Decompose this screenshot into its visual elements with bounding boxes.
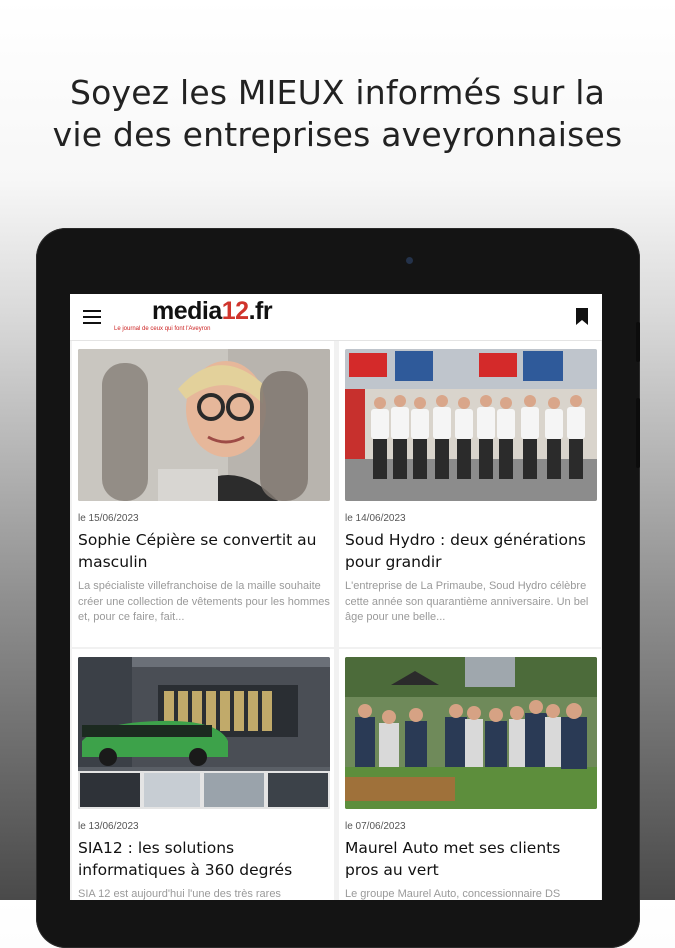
article-excerpt: Le groupe Maurel Auto, concessionnaire D… — [345, 888, 561, 900]
promo-headline-line1: Soyez les MIEUX informés sur la — [69, 73, 605, 112]
article-card[interactable]: le 14/06/2023 Soud Hydro : deux générati… — [339, 341, 601, 647]
article-excerpt: L'entreprise de La Primaube, Soud Hydro … — [345, 580, 589, 623]
camera-icon — [406, 257, 413, 264]
article-title[interactable]: Sophie Cépière se convertit au masculin — [78, 529, 330, 573]
article-date: le 07/06/2023 — [345, 821, 406, 832]
article-card[interactable]: le 15/06/2023 Sophie Cépière se converti… — [72, 341, 334, 647]
article-title[interactable]: Soud Hydro : deux générations pour grand… — [345, 529, 597, 573]
article-card[interactable]: le 13/06/2023 SIA12 : les solutions info… — [72, 649, 334, 900]
article-photo-team — [345, 349, 597, 501]
power-button — [636, 398, 640, 468]
article-card[interactable]: le 07/06/2023 Maurel Auto met ses client… — [339, 649, 601, 900]
article-photo-building — [78, 657, 330, 809]
promo-headline-line2: vie des entreprises aveyronnaises — [52, 115, 623, 154]
article-date: le 14/06/2023 — [345, 513, 406, 524]
volume-button — [636, 322, 640, 362]
article-title[interactable]: SIA12 : les solutions informatiques à 36… — [78, 837, 330, 881]
app-logo[interactable]: media12.fr — [152, 297, 273, 326]
promo-headline: Soyez les MIEUX informés sur la vie des … — [0, 72, 675, 156]
hamburger-menu-icon[interactable] — [83, 310, 101, 324]
bookmark-icon[interactable] — [576, 308, 588, 325]
logo-tagline: Le journal de ceux qui font l'Aveyron — [114, 326, 211, 332]
article-photo-portrait — [78, 349, 330, 501]
article-excerpt: SIA 12 est aujourd'hui l'une des très ra… — [78, 888, 281, 900]
article-excerpt: La spécialiste villefranchoise de la mai… — [78, 580, 330, 623]
article-date: le 15/06/2023 — [78, 513, 139, 524]
logo-accent: 12 — [221, 297, 249, 325]
article-date: le 13/06/2023 — [78, 821, 139, 832]
app-screen: media12.fr Le journal de ceux qui font l… — [70, 294, 602, 900]
article-title[interactable]: Maurel Auto met ses clients pros au vert — [345, 837, 597, 881]
logo-tld: .fr — [248, 297, 273, 325]
logo-main: media — [152, 297, 222, 325]
article-photo-event — [345, 657, 597, 809]
app-bar: media12.fr Le journal de ceux qui font l… — [70, 294, 602, 341]
